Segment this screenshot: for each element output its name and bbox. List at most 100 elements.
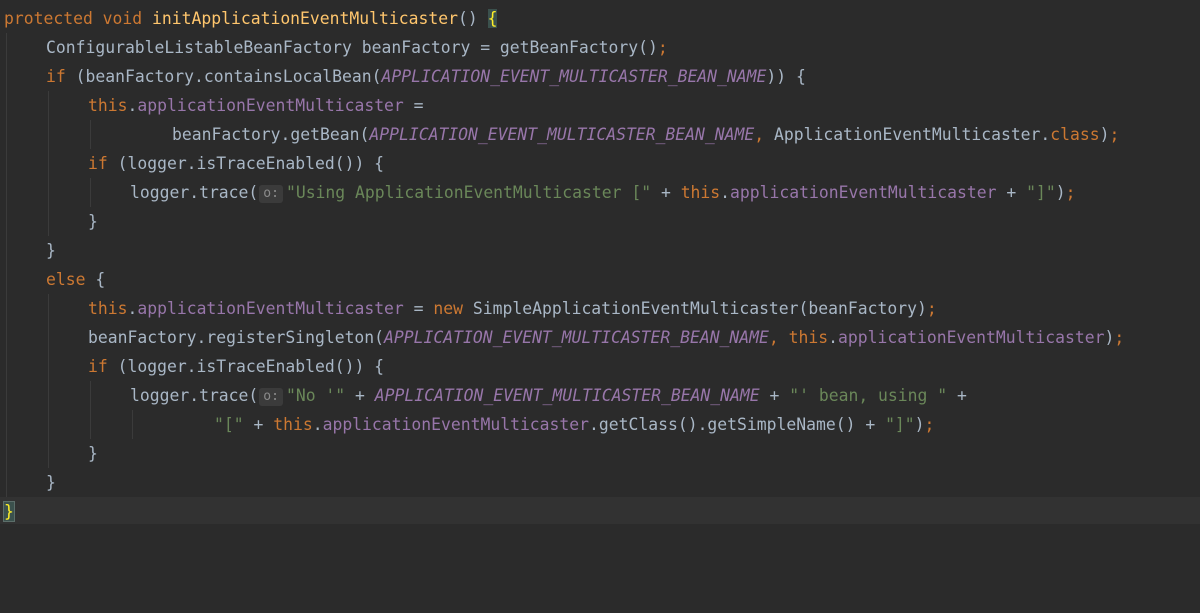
- code-line[interactable]: if (logger.isTraceEnabled()) {: [0, 149, 1200, 178]
- code-token: else: [46, 270, 96, 289]
- code-token: .: [312, 415, 323, 434]
- code-token: {: [95, 270, 106, 289]
- code-line[interactable]: logger.trace(o: "No '" + APPLICATION_EVEN…: [0, 381, 1200, 410]
- code-token: .: [720, 183, 731, 202]
- code-token: applicationEventMulticaster: [730, 183, 997, 202]
- code-token: +: [947, 386, 967, 405]
- code-line[interactable]: protected void initApplicationEventMulti…: [0, 4, 1200, 33]
- code-token: +: [996, 183, 1027, 202]
- code-token: ): [1099, 125, 1110, 144]
- code-line[interactable]: if (beanFactory.containsLocalBean(APPLIC…: [0, 62, 1200, 91]
- code-token: .getClass().getSimpleName() +: [589, 415, 886, 434]
- code-token: ;: [1065, 183, 1076, 202]
- code-token: "]": [1026, 183, 1056, 202]
- indent-guide: [6, 149, 7, 178]
- code-token: ;: [657, 38, 668, 57]
- indent-guide: [6, 91, 7, 120]
- indent-guide: [6, 120, 7, 149]
- code-token: this: [273, 415, 313, 434]
- indent-guide: [6, 207, 7, 236]
- code-line[interactable]: beanFactory.registerSingleton(APPLICATIO…: [0, 323, 1200, 352]
- code-token: beanFactory.getBean(: [172, 125, 370, 144]
- code-line[interactable]: beanFactory.getBean(APPLICATION_EVENT_MU…: [0, 120, 1200, 149]
- code-token: initApplicationEventMulticaster: [152, 9, 458, 28]
- indent-guide: [48, 178, 49, 207]
- code-token: +: [345, 386, 375, 405]
- indent-guide: [90, 120, 91, 149]
- code-line[interactable]: if (logger.isTraceEnabled()) {: [0, 352, 1200, 381]
- code-token: +: [651, 183, 681, 202]
- code-token: APPLICATION_EVENT_MULTICASTER_BEAN_NAME: [384, 328, 769, 347]
- code-token: (): [457, 9, 488, 28]
- indent-guide: [6, 178, 7, 207]
- indent-guide: [48, 149, 49, 178]
- code-token: =: [403, 96, 424, 115]
- code-token: }: [46, 473, 56, 492]
- code-token: applicationEventMulticaster: [322, 415, 590, 434]
- code-line[interactable]: }: [0, 468, 1200, 497]
- code-token: this: [788, 328, 829, 347]
- code-token: ;: [1114, 328, 1125, 347]
- code-token: }: [46, 241, 56, 260]
- current-code-line[interactable]: }: [0, 497, 1200, 524]
- indent-guide: [90, 178, 91, 207]
- code-line[interactable]: }: [0, 236, 1200, 265]
- indent-guide: [6, 236, 7, 265]
- code-token: ): [914, 415, 925, 434]
- code-token: "No '": [285, 386, 346, 405]
- code-token: SimpleApplicationEventMulticaster(beanFa…: [472, 299, 927, 318]
- code-token: this: [680, 183, 721, 202]
- code-token: new: [433, 299, 473, 318]
- indent-guide: [48, 294, 49, 323]
- code-line[interactable]: "[" + this.applicationEventMulticaster.g…: [0, 410, 1200, 439]
- code-token: ,: [768, 328, 789, 347]
- code-token: ;: [1109, 125, 1120, 144]
- code-token: beanFactory.registerSingleton(: [88, 328, 385, 347]
- code-token: if: [88, 154, 118, 173]
- code-line[interactable]: ConfigurableListableBeanFactory beanFact…: [0, 33, 1200, 62]
- code-token: APPLICATION_EVENT_MULTICASTER_BEAN_NAME: [381, 67, 767, 86]
- code-token: "' bean, using ": [789, 386, 948, 405]
- code-line[interactable]: }: [0, 439, 1200, 468]
- code-token: if: [88, 357, 118, 376]
- indent-guide: [48, 120, 49, 149]
- code-token: ;: [924, 415, 935, 434]
- code-token: applicationEventMulticaster: [838, 328, 1105, 347]
- indent-guide: [6, 33, 7, 62]
- code-token: if: [46, 67, 76, 86]
- code-token: +: [243, 415, 274, 434]
- indent-guide: [48, 381, 49, 410]
- code-token: }: [88, 444, 98, 463]
- code-token: +: [759, 386, 790, 405]
- code-token: applicationEventMulticaster: [137, 96, 404, 115]
- code-token: ): [1055, 183, 1066, 202]
- code-line[interactable]: this.applicationEventMulticaster =: [0, 91, 1200, 120]
- indent-guide: [90, 381, 91, 410]
- indent-guide: [6, 323, 7, 352]
- code-token: )) {: [766, 67, 806, 86]
- code-token: }: [88, 212, 98, 231]
- indent-guide: [6, 439, 7, 468]
- indent-guide: [6, 294, 7, 323]
- code-line[interactable]: this.applicationEventMulticaster = new S…: [0, 294, 1200, 323]
- indent-guide: [6, 381, 7, 410]
- indent-guide: [48, 91, 49, 120]
- code-token: "[": [214, 415, 244, 434]
- code-line[interactable]: logger.trace(o: "Using ApplicationEventMu…: [0, 178, 1200, 207]
- code-token: (logger.isTraceEnabled()) {: [117, 357, 385, 376]
- code-token: ConfigurableListableBeanFactory beanFact…: [46, 38, 658, 57]
- code-token: APPLICATION_EVENT_MULTICASTER_BEAN_NAME: [374, 386, 760, 405]
- code-line[interactable]: else {: [0, 265, 1200, 294]
- code-token: logger.trace(: [130, 183, 259, 202]
- code-line[interactable]: }: [0, 207, 1200, 236]
- code-editor[interactable]: protected void initApplicationEventMulti…: [0, 0, 1200, 524]
- code-token: protected void: [4, 9, 153, 28]
- indent-guide: [132, 410, 133, 439]
- code-token: ApplicationEventMulticaster.: [773, 125, 1051, 144]
- matched-brace: }: [3, 501, 15, 522]
- code-token: ,: [754, 125, 774, 144]
- matched-brace: {: [487, 9, 498, 28]
- indent-guide: [48, 410, 49, 439]
- code-token: (logger.isTraceEnabled()) {: [117, 154, 385, 173]
- indent-guide: [48, 439, 49, 468]
